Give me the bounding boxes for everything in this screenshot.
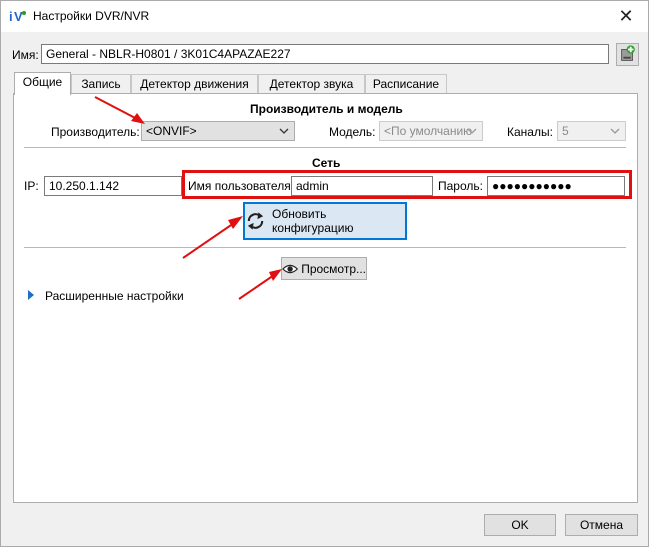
cancel-button[interactable]: Отмена <box>565 514 638 536</box>
manufacturer-selected-value: <ONVIF> <box>146 124 197 138</box>
divider <box>24 147 626 148</box>
credentials-highlight-box <box>182 170 632 199</box>
channels-selected-value: 5 <box>562 124 569 138</box>
close-button[interactable]: ✕ <box>604 1 648 31</box>
ip-input[interactable]: 10.250.1.142 <box>44 176 182 196</box>
tab-label: Детектор звука <box>269 77 354 91</box>
preview-label: Просмотр... <box>301 261 366 276</box>
annotation-arrow-icon <box>238 269 282 300</box>
model-label: Модель: <box>329 125 376 139</box>
svg-text:V: V <box>14 9 23 24</box>
annotation-arrow-icon <box>182 216 243 259</box>
annotation-arrow-icon <box>94 96 145 124</box>
preview-button[interactable]: Просмотр... <box>281 257 367 280</box>
add-name-button[interactable] <box>616 43 639 66</box>
chevron-down-icon <box>467 128 477 134</box>
dvr-settings-dialog: i V Настройки DVR/NVR ✕ Имя: General - N… <box>0 0 649 547</box>
ok-button[interactable]: OK <box>484 514 556 536</box>
name-label: Имя: <box>12 48 39 62</box>
ip-label: IP: <box>24 179 39 193</box>
model-selected-value: <По умолчанию <box>384 124 473 138</box>
update-configuration-label: Обновить конфигурацию <box>272 207 354 235</box>
svg-text:i: i <box>9 9 13 24</box>
manufacturer-select[interactable]: <ONVIF> <box>141 121 295 141</box>
tab-label: Общие <box>22 75 63 89</box>
update-configuration-button[interactable]: Обновить конфигурацию <box>243 202 407 240</box>
tab-label: Расписание <box>372 77 440 91</box>
ok-label: OK <box>511 518 529 532</box>
divider <box>24 247 626 248</box>
tab-sound-detector[interactable]: Детектор звука <box>258 74 365 94</box>
channels-label: Каналы: <box>507 125 553 139</box>
name-input[interactable]: General - NBLR-H0801 / 3K01C4APAZAE227 <box>41 44 609 64</box>
expand-triangle-icon <box>28 290 34 300</box>
channels-select[interactable]: 5 <box>557 121 626 141</box>
tab-recording[interactable]: Запись <box>71 74 131 94</box>
app-logo-icon: i V <box>9 9 26 24</box>
title-bar: i V Настройки DVR/NVR ✕ <box>1 1 648 32</box>
advanced-settings-toggle[interactable]: Расширенные настройки <box>27 289 187 303</box>
model-select[interactable]: <По умолчанию <box>379 121 483 141</box>
close-icon: ✕ <box>618 5 634 26</box>
cancel-label: Отмена <box>579 518 624 532</box>
manufacturer-section-title: Производитель и модель <box>250 102 403 116</box>
refresh-icon <box>247 212 264 230</box>
window-title: Настройки DVR/NVR <box>33 9 150 23</box>
tab-label: Запись <box>81 77 121 91</box>
chevron-down-icon <box>279 128 289 134</box>
tab-schedule[interactable]: Расписание <box>365 74 447 94</box>
network-section-title: Сеть <box>312 156 341 170</box>
tab-label: Детектор движения <box>140 77 249 91</box>
add-document-icon <box>621 45 635 61</box>
advanced-settings-label: Расширенные настройки <box>45 289 184 303</box>
tab-motion-detector[interactable]: Детектор движения <box>131 74 258 94</box>
chevron-down-icon <box>610 128 620 134</box>
tab-general[interactable]: Общие <box>14 72 71 95</box>
